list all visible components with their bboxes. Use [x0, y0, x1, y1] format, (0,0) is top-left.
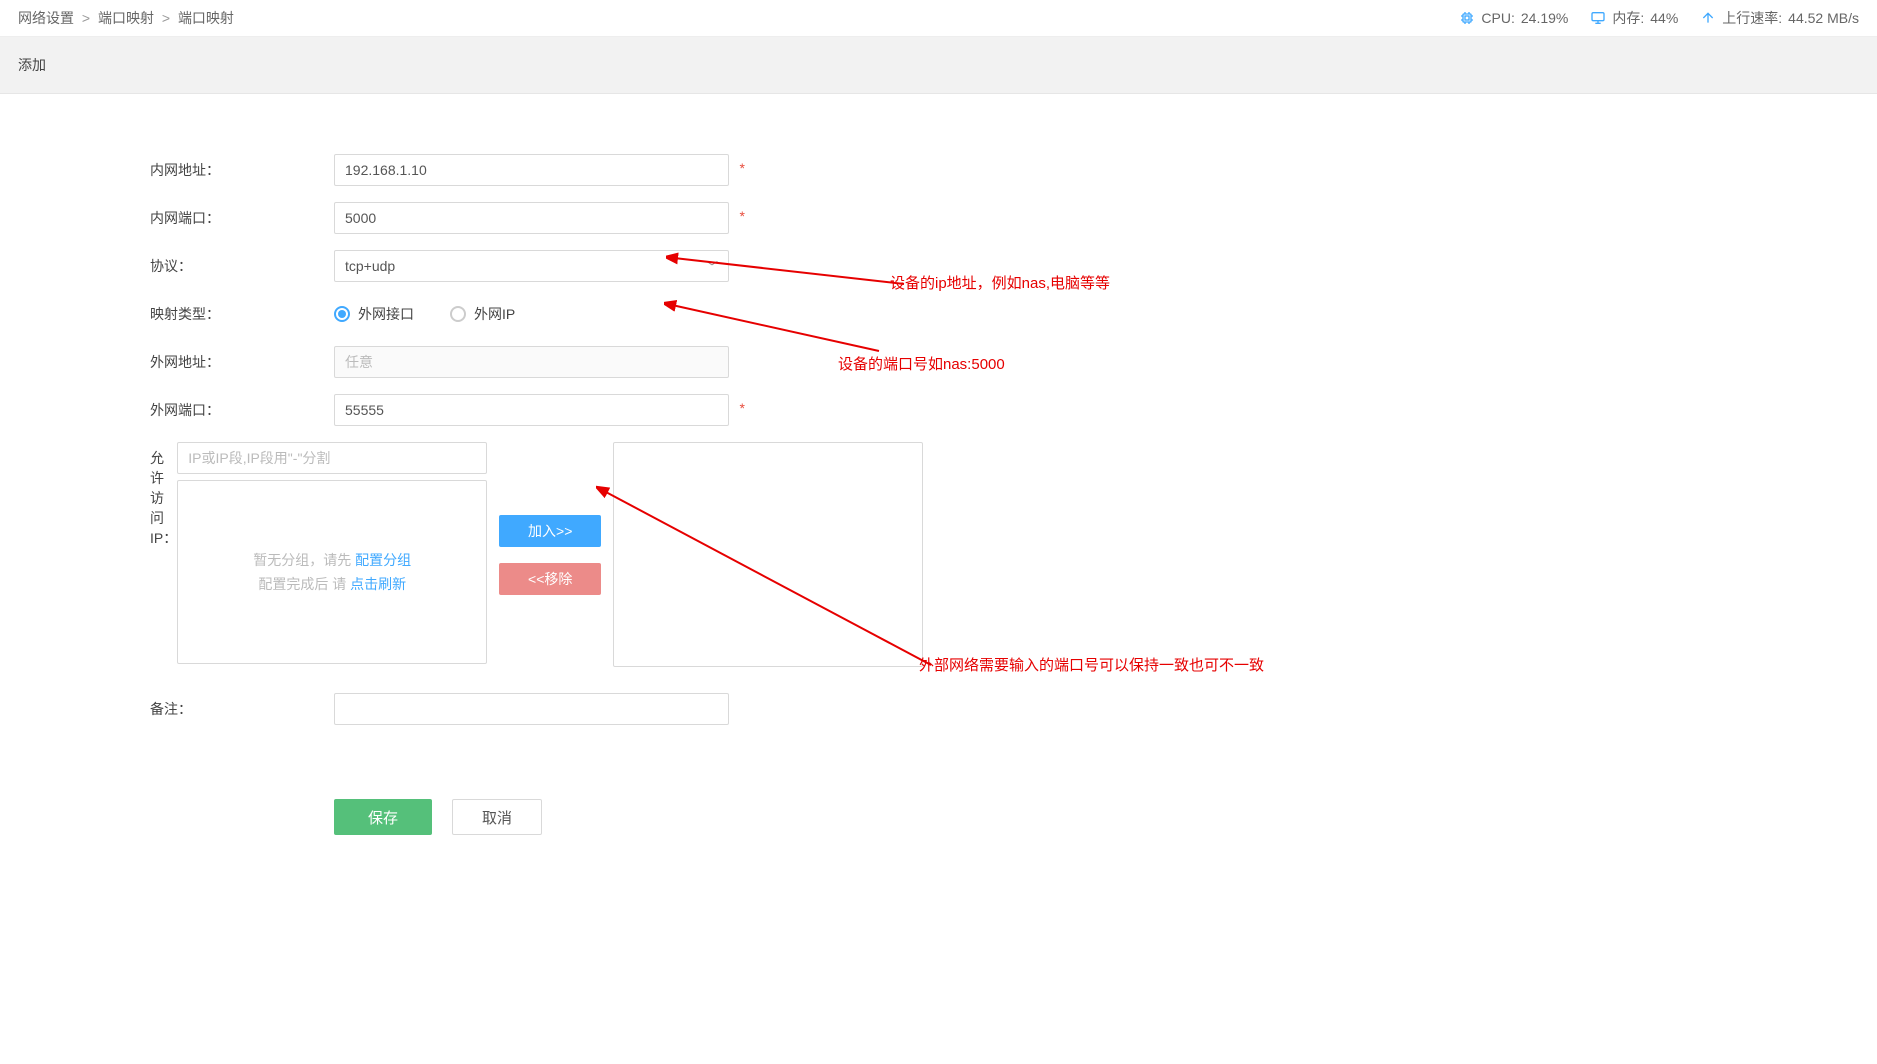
- radio-icon: [334, 306, 350, 322]
- radio-wan-interface[interactable]: 外网接口: [334, 304, 414, 324]
- required-icon: *: [740, 208, 745, 224]
- radio-wan-ip[interactable]: 外网IP: [450, 304, 515, 324]
- upload-icon: [1700, 10, 1716, 26]
- breadcrumb-level3: 端口映射: [178, 10, 234, 26]
- chevron-down-icon: ﹀: [706, 258, 718, 275]
- allowed-ip-input[interactable]: [177, 442, 487, 474]
- group-empty-text: 暂无分组，请先: [253, 552, 355, 568]
- breadcrumb-sep: >: [162, 10, 170, 26]
- protocol-select[interactable]: tcp+udp ﹀: [334, 250, 729, 282]
- annotation-ip: 设备的ip地址，例如nas,电脑等等: [890, 272, 1110, 293]
- save-button[interactable]: 保存: [334, 799, 432, 835]
- remove-button[interactable]: <<移除: [499, 563, 601, 595]
- group-empty-text2: 配置完成后 请: [258, 576, 350, 592]
- topbar: 网络设置 > 端口映射 > 端口映射 CPU: 24.19% 内存: 44% 上…: [0, 0, 1877, 37]
- mapping-type-label: 映射类型：: [150, 304, 334, 324]
- form-area: 内网地址： * 内网端口： * 协议： tcp+udp ﹀ 映射类型： 外网接: [0, 94, 740, 835]
- radio-label: 外网IP: [474, 304, 515, 324]
- internal-port-input[interactable]: [334, 202, 729, 234]
- refresh-link[interactable]: 点击刷新: [350, 576, 406, 592]
- upload-value: 44.52 MB/s: [1788, 10, 1859, 26]
- config-group-link[interactable]: 配置分组: [355, 552, 411, 568]
- breadcrumb: 网络设置 > 端口映射 > 端口映射: [18, 8, 234, 28]
- page-subheader: 添加: [0, 37, 1877, 94]
- remark-input[interactable]: [334, 693, 729, 725]
- required-icon: *: [740, 400, 745, 416]
- protocol-label: 协议：: [150, 256, 334, 276]
- group-panel-right: [613, 442, 923, 667]
- cpu-icon: [1459, 10, 1475, 26]
- internal-address-label: 内网地址：: [150, 160, 334, 180]
- annotation-ext-port: 外部网络需要输入的端口号可以保持一致也可不一致: [919, 654, 1264, 675]
- internal-address-input[interactable]: [334, 154, 729, 186]
- remark-label: 备注：: [150, 699, 334, 719]
- breadcrumb-sep: >: [82, 10, 90, 26]
- cpu-label: CPU:: [1481, 10, 1514, 26]
- protocol-value: tcp+udp: [345, 258, 395, 274]
- radio-icon: [450, 306, 466, 322]
- cancel-button[interactable]: 取消: [452, 799, 542, 835]
- memory-value: 44%: [1650, 10, 1678, 26]
- external-port-input[interactable]: [334, 394, 729, 426]
- memory-icon: [1590, 10, 1606, 26]
- breadcrumb-level1[interactable]: 网络设置: [18, 10, 74, 26]
- allowed-ip-label: 允许访问IP：: [150, 442, 177, 548]
- annotation-port: 设备的端口号如nas:5000: [838, 353, 1005, 374]
- external-port-label: 外网端口：: [150, 400, 334, 420]
- upload-label: 上行速率:: [1722, 8, 1782, 28]
- memory-label: 内存:: [1612, 8, 1644, 28]
- external-address-label: 外网地址：: [150, 352, 334, 372]
- radio-label: 外网接口: [358, 304, 414, 324]
- add-button[interactable]: 加入>>: [499, 515, 601, 547]
- internal-port-label: 内网端口：: [150, 208, 334, 228]
- cpu-value: 24.19%: [1521, 10, 1568, 26]
- breadcrumb-level2[interactable]: 端口映射: [98, 10, 154, 26]
- status-bar: CPU: 24.19% 内存: 44% 上行速率: 44.52 MB/s: [1459, 8, 1859, 28]
- external-address-input: [334, 346, 729, 378]
- required-icon: *: [740, 160, 745, 176]
- group-panel-left: 暂无分组，请先 配置分组 配置完成后 请 点击刷新: [177, 480, 487, 664]
